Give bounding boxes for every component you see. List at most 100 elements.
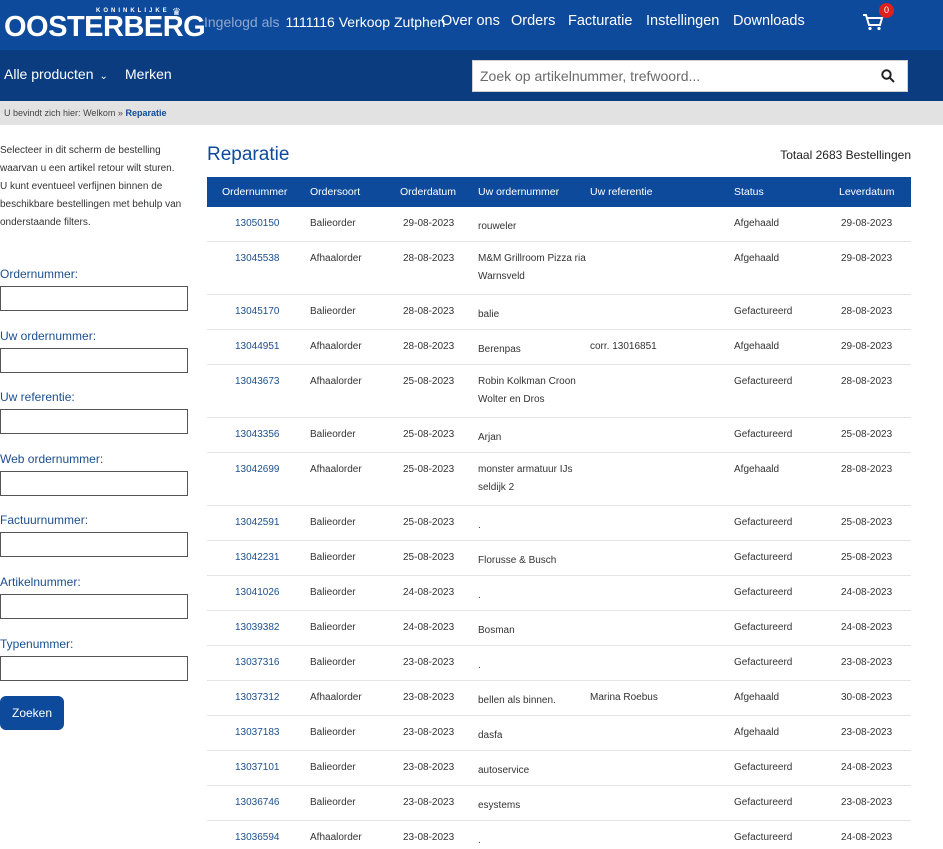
col-uw-referentie[interactable]: Uw referentie [590, 186, 652, 198]
order-date: 23-08-2023 [403, 797, 455, 808]
table-row[interactable]: 13037183 Balieorder 23-08-2023 dasfa Afgehaa… [207, 716, 911, 751]
order-number-link[interactable]: 13037183 [235, 727, 280, 738]
filter-artikelnummer-input[interactable] [0, 594, 188, 619]
order-date: 24-08-2023 [403, 622, 455, 633]
logged-in-info: Ingelogd als 1111116 Verkoop Zutphen [204, 14, 445, 30]
customer-order-number: balie [478, 309, 500, 320]
order-number-link[interactable]: 13039382 [235, 622, 280, 633]
order-number-link[interactable]: 13036746 [235, 797, 280, 808]
order-status: Gefactureerd [734, 587, 793, 598]
cart-button[interactable]: 0 [862, 3, 894, 33]
search-button[interactable]: Zoeken [0, 696, 64, 730]
order-number-link[interactable]: 13050150 [235, 218, 280, 229]
search-input[interactable] [473, 61, 863, 91]
col-uw-ordernummer[interactable]: Uw ordernummer [478, 186, 559, 198]
logged-in-label: Ingelogd als [204, 14, 280, 30]
top-bar: KONINKLIJKE ♛ OOSTERBERG Ingelogd als 111… [0, 0, 943, 50]
order-status: Afgehaald [734, 692, 780, 703]
order-number-link[interactable]: 13036594 [235, 832, 280, 843]
order-type: Afhaalorder [310, 253, 362, 264]
order-type: Balieorder [310, 797, 356, 808]
table-row[interactable]: 13042699 Afhaalorder 25-08-2023 monster arm… [207, 453, 911, 506]
delivery-date: 25-08-2023 [841, 517, 893, 528]
search-icon[interactable] [881, 69, 895, 88]
all-products-menu[interactable]: Alle producten ⌄ [4, 66, 108, 82]
table-row[interactable]: 13036746 Balieorder 23-08-2023 esystems Gefa… [207, 786, 911, 821]
table-row[interactable]: 13037101 Balieorder 23-08-2023 autoservice G… [207, 751, 911, 786]
filter-uw-referentie-input[interactable] [0, 409, 188, 434]
breadcrumb-current: Reparatie [125, 108, 167, 118]
order-type: Afhaalorder [310, 692, 362, 703]
col-status[interactable]: Status [734, 186, 764, 198]
table-row[interactable]: 13044951 Afhaalorder 28-08-2023 Berenpas cor… [207, 330, 911, 365]
table-row[interactable]: 13045170 Balieorder 28-08-2023 balie Gefactu… [207, 295, 911, 330]
order-number-link[interactable]: 13041026 [235, 587, 280, 598]
order-number-link[interactable]: 13043356 [235, 429, 280, 440]
order-number-link[interactable]: 13043673 [235, 376, 280, 387]
table-row[interactable]: 13045538 Afhaalorder 28-08-2023 M&M Grillro… [207, 242, 911, 295]
table-row[interactable]: 13037316 Balieorder 23-08-2023. Gefactureer… [207, 646, 911, 681]
table-row[interactable]: 13050150 Balieorder 29-08-2023 rouweler Afge… [207, 207, 911, 242]
table-row[interactable]: 13041026 Balieorder 24-08-2023. Gefactureer… [207, 576, 911, 611]
filter-ordernummer-input[interactable] [0, 286, 188, 311]
col-orderdatum[interactable]: Orderdatum [400, 186, 456, 198]
order-number-link[interactable]: 13037101 [235, 762, 280, 773]
filter-web-ordernummer-input[interactable] [0, 471, 188, 496]
order-number-link[interactable]: 13042591 [235, 517, 280, 528]
col-leverdatum[interactable]: Leverdatum [839, 186, 894, 198]
order-number-link[interactable]: 13042231 [235, 552, 280, 563]
order-number-link[interactable]: 13045538 [235, 253, 280, 264]
order-type: Afhaalorder [310, 464, 362, 475]
breadcrumb-prefix: U bevindt zich hier: [4, 108, 81, 118]
order-date: 24-08-2023 [403, 587, 455, 598]
order-number-link[interactable]: 13044951 [235, 341, 280, 352]
filter-typenummer-input[interactable] [0, 656, 188, 681]
table-row[interactable]: 13037312 Afhaalorder 23-08-2023 bellen als … [207, 681, 911, 716]
order-status: Afgehaald [734, 464, 780, 475]
table-row[interactable]: 13043356 Balieorder 25-08-2023 Arjan Gefactu… [207, 418, 911, 453]
order-status: Gefactureerd [734, 797, 793, 808]
col-ordernummer[interactable]: Ordernummer [222, 186, 287, 198]
col-ordersoort[interactable]: Ordersoort [310, 186, 360, 198]
delivery-date: 29-08-2023 [841, 253, 893, 264]
breadcrumb-home[interactable]: Welkom [83, 108, 115, 118]
nav-downloads[interactable]: Downloads [733, 13, 805, 29]
order-number-link[interactable]: 13045170 [235, 306, 280, 317]
nav-over-ons[interactable]: Over ons [441, 13, 500, 29]
filter-web-ordernummer-label: Web ordernummer: [0, 452, 104, 466]
customer-order-number: Berenpas [478, 344, 521, 355]
brands-menu[interactable]: Merken [125, 66, 172, 82]
filter-uw-ordernummer-input[interactable] [0, 348, 188, 373]
order-number-link[interactable]: 13037312 [235, 692, 280, 703]
order-date: 28-08-2023 [403, 253, 455, 264]
customer-order-number: monster armatuur IJs seldijk 2 [478, 464, 573, 493]
nav-facturatie[interactable]: Facturatie [568, 13, 632, 29]
order-date: 23-08-2023 [403, 692, 455, 703]
table-row[interactable]: 13042231 Balieorder 25-08-2023 Florusse & B… [207, 541, 911, 576]
order-number-link[interactable]: 13037316 [235, 657, 280, 668]
customer-order-number: Robin Kolkman Croon Wolter en Dros [478, 376, 576, 405]
intro-text-1: Selecteer in dit scherm de bestelling wa… [0, 145, 175, 174]
table-row[interactable]: 13036594 Afhaalorder 23-08-2023. Gefacturee… [207, 821, 911, 849]
user-name: 1111116 Verkoop Zutphen [285, 14, 446, 30]
order-type: Afhaalorder [310, 376, 362, 387]
filter-artikelnummer-label: Artikelnummer: [0, 575, 81, 589]
order-date: 23-08-2023 [403, 762, 455, 773]
chevron-down-icon: ⌄ [99, 71, 108, 82]
order-type: Balieorder [310, 306, 356, 317]
nav-instellingen[interactable]: Instellingen [646, 13, 719, 29]
order-date: 25-08-2023 [403, 552, 455, 563]
table-row[interactable]: 13039382 Balieorder 24-08-2023 Bosman Gefact… [207, 611, 911, 646]
filter-typenummer-label: Typenummer: [0, 637, 74, 651]
nav-orders[interactable]: Orders [511, 13, 555, 29]
table-row[interactable]: 13042591 Balieorder 25-08-2023. Gefactureer… [207, 506, 911, 541]
order-status: Gefactureerd [734, 517, 793, 528]
table-row[interactable]: 13043673 Afhaalorder 25-08-2023 Robin Kolkm… [207, 365, 911, 418]
order-type: Balieorder [310, 762, 356, 773]
customer-order-number: . [478, 660, 481, 671]
intro-text-2: U kunt eventueel verfijnen binnen de bes… [0, 181, 182, 228]
filter-factuurnummer-input[interactable] [0, 532, 188, 557]
order-number-link[interactable]: 13042699 [235, 464, 280, 475]
delivery-date: 29-08-2023 [841, 218, 893, 229]
delivery-date: 28-08-2023 [841, 306, 893, 317]
